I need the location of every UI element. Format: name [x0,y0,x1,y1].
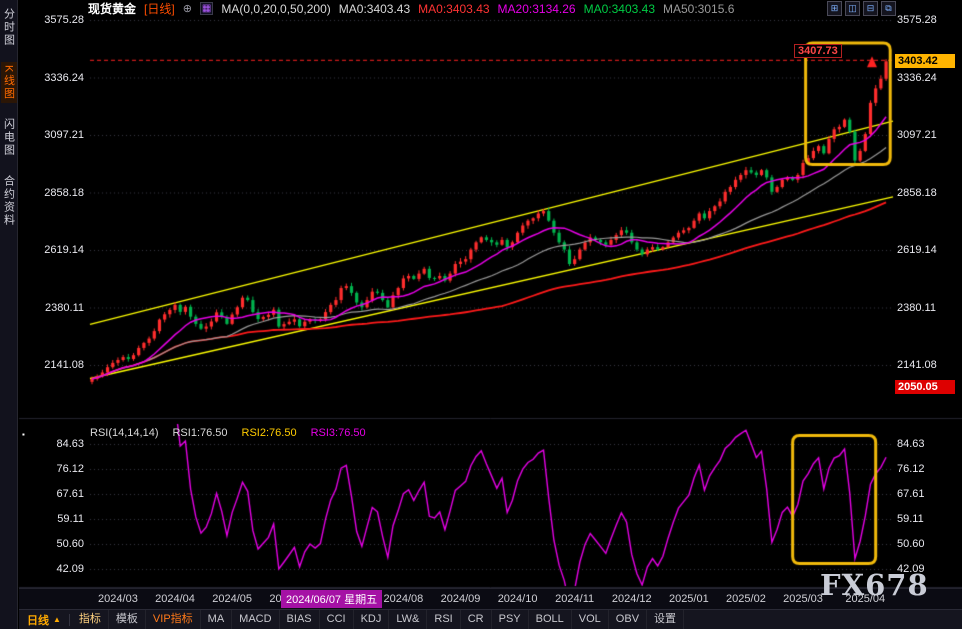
symbol-name: 现货黄金 [88,0,136,17]
indicator-icon[interactable]: ▦ [200,2,213,15]
rsi-axis-label-right: 76.12 [897,463,957,475]
date-axis-label: 2025/01 [661,593,717,605]
price-axis-label-left: 3336.24 [30,72,84,84]
toolbar-tab-13[interactable]: BOLL [529,610,572,629]
price-axis-label-left: 2619.14 [30,244,84,256]
price-axis-label-right: 2380.11 [897,302,957,314]
low-price-tag: 2050.05 [895,380,955,394]
toolbar-tab-2[interactable]: 模板 [109,610,146,629]
date-axis-label: 2024/09 [432,593,488,605]
period-tag[interactable]: [日线] [144,0,175,17]
toolbar-tab-7[interactable]: CCI [320,610,354,629]
toolbar-tab-12[interactable]: PSY [492,610,529,629]
rsi-header-values: RSI1:76.50 RSI2:76.50 RSI3:76.50 [172,427,365,439]
sidebar-tab-time-chart[interactable]: 分时图 [1,5,17,50]
price-chart-canvas[interactable] [0,0,962,629]
current-price-tag: 3403.42 [895,54,955,68]
toolbar-tab-1[interactable]: 指标 [72,610,109,629]
ma-value: MA20:3134.26 [498,2,576,16]
price-axis-label-right: 2141.08 [897,359,957,371]
date-axis-label: 2024/08 [375,593,431,605]
date-axis-label: 2024/10 [490,593,546,605]
price-axis-label-left: 2380.11 [30,302,84,314]
rsi-formula: RSI(14,14,14) [90,427,158,439]
date-axis-label: 2024/11 [547,593,603,605]
rsi-axis-label-left: 67.61 [30,488,84,500]
layout-grid-icon[interactable]: ⧉ [881,1,896,16]
toolbar-tab-6[interactable]: BIAS [280,610,320,629]
toolbar-tab-15[interactable]: OBV [609,610,647,629]
ma-value: MA0:3403.43 [418,2,489,16]
price-axis-label-right: 2858.18 [897,187,957,199]
rsi-value: RSI2:76.50 [242,427,297,439]
price-axis-label-right: 3336.24 [897,72,957,84]
window-icons: ⊞◫⊟⧉ [827,1,896,16]
price-axis-label-right: 3097.21 [897,129,957,141]
rsi-axis-label-right: 50.60 [897,538,957,550]
price-axis-label-left: 3575.28 [30,14,84,26]
price-axis-label-left: 2858.18 [30,187,84,199]
date-axis-label: 2024/04 [147,593,203,605]
sidebar-tab-contract-info[interactable]: 合约资料 [1,172,17,230]
date-tooltip: 2024/06/07 星期五 [281,590,382,608]
session-high-label: 3407.73 [794,44,842,58]
rsi-axis-label-right: 59.11 [897,513,957,525]
rsi-value: RSI1:76.50 [172,427,227,439]
ma-formula: MA(0,0,20,0,50,200) [221,2,330,16]
period-selector[interactable]: 日线 [19,612,53,628]
toolbar-tab-10[interactable]: RSI [427,610,460,629]
rsi-axis-label-left: 50.60 [30,538,84,550]
layout-columns-icon[interactable]: ◫ [845,1,860,16]
add-window-icon[interactable]: ⊞ [827,1,842,16]
price-axis-label-right: 3575.28 [897,14,957,26]
watermark: FX678 [820,568,929,602]
layout-rows-icon[interactable]: ⊟ [863,1,878,16]
toolbar-tab-5[interactable]: MACD [232,610,279,629]
toolbar-tab-14[interactable]: VOL [572,610,609,629]
header-ma-values: MA0:3403.43 MA0:3403.43 MA20:3134.26 MA0:34… [339,2,735,16]
ma-value: MA50:3015.6 [663,2,734,16]
toolbar-tab-8[interactable]: KDJ [354,610,390,629]
date-axis-label: 2024/05 [204,593,260,605]
toolbar-tab-16[interactable]: 设置 [647,610,684,629]
rsi-axis-label-left: 59.11 [30,513,84,525]
rsi-axis-label-left: 84.63 [30,438,84,450]
date-axis-label: 2024/12 [604,593,660,605]
price-axis-label-left: 3097.21 [30,129,84,141]
chart-header: 现货黄金 [日线] ⊕ ▦ MA(0,0,20,0,50,200) MA0:34… [88,1,734,16]
price-axis-label-right: 2619.14 [897,244,957,256]
expand-icon[interactable]: ⊕ [183,2,192,15]
date-axis-label: 2025/02 [718,593,774,605]
period-arrow-icon[interactable]: ▲ [53,615,69,624]
rsi-header: RSI(14,14,14) RSI1:76.50 RSI2:76.50 RSI3:7… [90,427,366,439]
date-axis-label: 2024/03 [90,593,146,605]
toolbar-tab-3[interactable]: VIP指标 [146,610,201,629]
bottom-toolbar: 日线 ▲ 指标模板VIP指标MAMACDBIASCCIKDJLW&RSICRPS… [19,609,962,629]
ma-value: MA0:3403.43 [584,2,655,16]
rsi-axis-label-left: 42.09 [30,563,84,575]
rsi-axis-label-right: 67.61 [897,488,957,500]
toolbar-tabs: 指标模板VIP指标MAMACDBIASCCIKDJLW&RSICRPSYBOLL… [72,610,684,629]
rsi-axis-label-left: 76.12 [30,463,84,475]
sidebar-tab-flash-chart[interactable]: 闪电图 [1,115,17,160]
toolbar-tab-11[interactable]: CR [461,610,492,629]
rsi-pane-handle-icon[interactable]: ▪ [22,430,25,439]
toolbar-tab-9[interactable]: LW& [389,610,427,629]
toolbar-tab-4[interactable]: MA [201,610,233,629]
rsi-axis-label-right: 84.63 [897,438,957,450]
rsi-value: RSI3:76.50 [311,427,366,439]
app-window: 分时图 K线图 闪电图 合约资料 现货黄金 [日线] ⊕ ▦ MA(0,0,20… [0,0,962,629]
price-axis-label-left: 2141.08 [30,359,84,371]
toolbar-separator [69,614,70,626]
sidebar: 分时图 K线图 闪电图 合约资料 [0,0,18,629]
ma-value: MA0:3403.43 [339,2,410,16]
sidebar-tab-kline-chart[interactable]: K线图 [1,62,17,103]
